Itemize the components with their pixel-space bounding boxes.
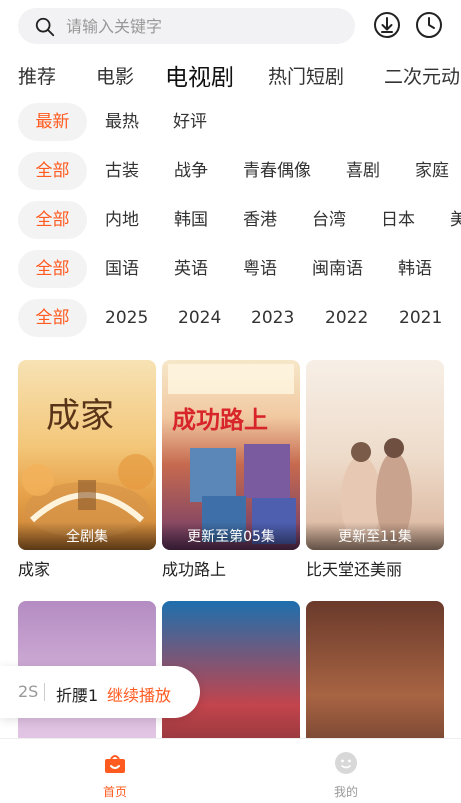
filter-chip[interactable]: 最热: [105, 103, 139, 141]
video-card[interactable]: 更新至11集 比天堂还美丽: [306, 360, 444, 580]
filter-chip[interactable]: 韩语: [398, 250, 432, 288]
filter-chip[interactable]: 2021: [399, 299, 442, 337]
filter-chip[interactable]: 战争: [174, 152, 208, 190]
filter-chip[interactable]: 国语: [105, 250, 139, 288]
filter-chip[interactable]: 全部: [18, 201, 87, 239]
bottom-nav: 首页 我的: [0, 738, 461, 803]
filter-chip[interactable]: 日本: [381, 201, 415, 239]
filter-chip[interactable]: 台湾: [312, 201, 346, 239]
filter-chip[interactable]: 青春偶像: [243, 152, 311, 190]
poster-image[interactable]: 成功路上 更新至第05集: [162, 360, 300, 550]
nav-home[interactable]: 首页: [85, 751, 145, 800]
filter-chip[interactable]: 美: [450, 201, 461, 239]
filter-chip[interactable]: 2023: [251, 299, 294, 337]
video-title[interactable]: 成家: [18, 556, 156, 580]
filter-chip[interactable]: 家庭: [415, 152, 449, 190]
home-icon: [105, 755, 125, 773]
filter-chip[interactable]: 全部: [18, 152, 87, 190]
filter-chip[interactable]: 香港: [243, 201, 277, 239]
filter-chip[interactable]: 全部: [18, 250, 87, 288]
filter-chip[interactable]: 最新: [18, 103, 87, 141]
filter-chip[interactable]: 韩国: [174, 201, 208, 239]
nav-mine[interactable]: 我的: [316, 751, 376, 800]
tab-tv-series[interactable]: 电视剧: [165, 58, 234, 92]
tab-movie[interactable]: 电影: [96, 62, 134, 89]
filter-row-language: 全部 国语 英语 粤语 闽南语 韩语: [0, 250, 461, 288]
filter-chip[interactable]: 全部: [18, 299, 87, 337]
divider: [44, 683, 45, 701]
filter-chip[interactable]: 2025: [105, 299, 148, 337]
tab-short-drama[interactable]: 热门短剧: [268, 62, 344, 89]
filter-chip[interactable]: 粤语: [243, 250, 277, 288]
tab-recommend[interactable]: 推荐: [18, 62, 56, 89]
filter-row-sort: 最新 最热 好评: [0, 103, 461, 141]
profile-icon: [335, 752, 357, 774]
poster-image[interactable]: 更新至11集: [306, 360, 444, 550]
top-bar: [0, 0, 461, 52]
history-episode: 2S: [18, 682, 39, 701]
filter-chip[interactable]: 英语: [174, 250, 208, 288]
nav-home-label: 首页: [102, 785, 127, 799]
search-input[interactable]: [66, 8, 346, 44]
continue-watching-bar[interactable]: 2S 折腰1 继续播放: [0, 666, 200, 718]
tab-anime[interactable]: 二次元动: [384, 62, 460, 89]
video-card[interactable]: 成功路上 更新至第05集 成功路上: [162, 360, 300, 580]
episode-badge: 全剧集: [18, 522, 156, 550]
nav-mine-label: 我的: [333, 785, 358, 799]
filter-chip[interactable]: 内地: [105, 201, 139, 239]
continue-play-button[interactable]: 继续播放: [107, 682, 171, 706]
video-title[interactable]: 成功路上: [162, 556, 300, 580]
poster-title-text: 成家: [46, 396, 114, 436]
filter-row-year: 全部 2025 2024 2023 2022 2021: [0, 299, 461, 337]
poster-title-text: 成功路上: [172, 406, 268, 434]
category-tabs: 推荐 电影 电视剧 热门短剧 二次元动: [0, 56, 461, 92]
filter-row-genre: 全部 古装 战争 青春偶像 喜剧 家庭: [0, 152, 461, 190]
poster-image[interactable]: 成家 全剧集: [18, 360, 156, 550]
filter-chip[interactable]: 古装: [105, 152, 139, 190]
history-clock-icon[interactable]: [415, 11, 443, 39]
search-icon: [35, 17, 55, 37]
filter-chip[interactable]: 闽南语: [312, 250, 363, 288]
search-bar[interactable]: [18, 8, 355, 44]
filter-chip[interactable]: 喜剧: [346, 152, 380, 190]
filter-row-region: 全部 内地 韩国 香港 台湾 日本 美: [0, 201, 461, 239]
episode-badge: 更新至第05集: [162, 522, 300, 550]
episode-badge: 更新至11集: [306, 522, 444, 550]
filter-chip[interactable]: 2024: [178, 299, 221, 337]
history-title: 折腰1: [56, 686, 99, 705]
video-card[interactable]: 成家 全剧集 成家: [18, 360, 156, 580]
download-icon[interactable]: [373, 11, 401, 39]
filter-chip[interactable]: 2022: [325, 299, 368, 337]
video-title[interactable]: 比天堂还美丽: [306, 556, 444, 580]
filter-chip[interactable]: 好评: [173, 103, 207, 141]
